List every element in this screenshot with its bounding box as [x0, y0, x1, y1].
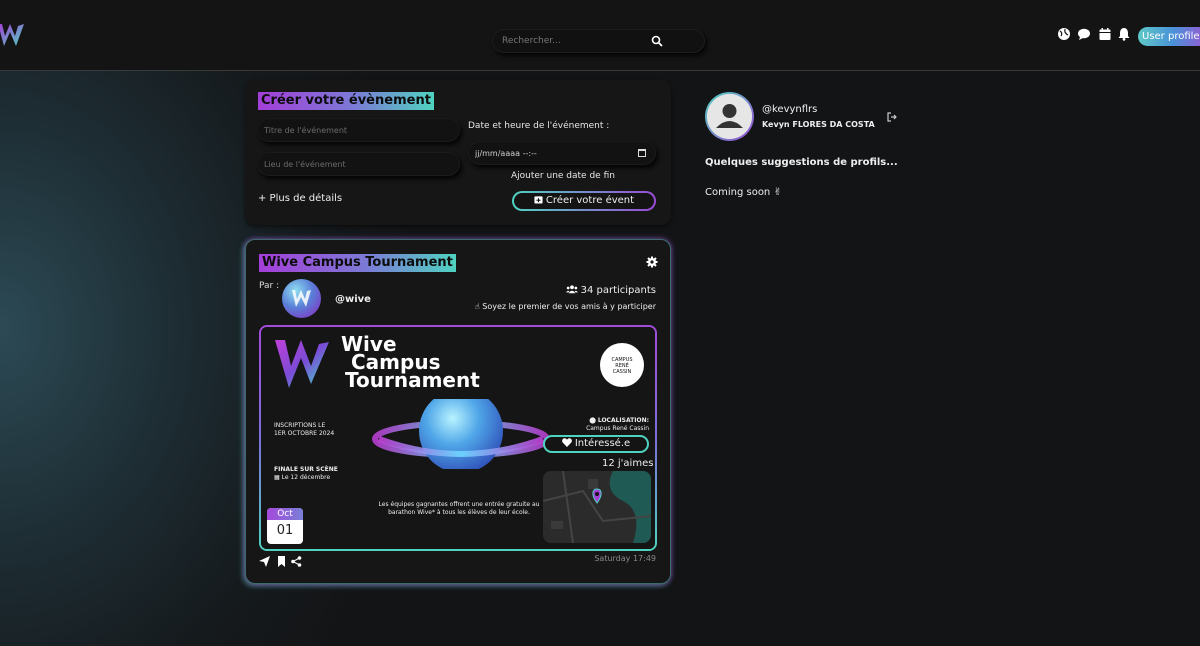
- location-pin-icon: ⬤: [589, 417, 596, 424]
- school-logo-line3: CASSIN: [612, 369, 632, 375]
- calendar-icon[interactable]: [1098, 27, 1112, 41]
- planet-illustration: [372, 399, 550, 469]
- interested-label: Intéressé.e: [574, 438, 631, 449]
- bell-icon[interactable]: [1117, 27, 1131, 41]
- wive-poster-logo: [275, 340, 329, 388]
- likes-count: 12 j'aimes: [602, 458, 654, 469]
- datetime-field[interactable]: [468, 141, 656, 165]
- search-input[interactable]: [502, 33, 652, 49]
- poster-title-line3: Tournament: [345, 368, 480, 392]
- chat-icon[interactable]: [1077, 27, 1091, 41]
- more-details-button[interactable]: + Plus de détails: [258, 193, 342, 204]
- poster-title: Wive Campus Tournament: [341, 334, 480, 392]
- users-icon: [565, 285, 578, 294]
- event-location-input[interactable]: [264, 157, 444, 171]
- registration-line2: 1ER OCTOBRE 2024: [274, 430, 335, 437]
- event-date-badge: Oct 01: [267, 508, 303, 544]
- wive-avatar-logo-icon: [292, 290, 311, 307]
- author-avatar[interactable]: [282, 279, 321, 318]
- profile-avatar-button[interactable]: User profile: [1138, 27, 1200, 46]
- datetime-input[interactable]: [475, 146, 655, 160]
- final-date: Le 12 décembre: [281, 474, 331, 481]
- post-timestamp: Saturday 17:49: [594, 554, 656, 563]
- suggestions-title: Quelques suggestions de profils...: [705, 157, 898, 168]
- small-calendar-icon: ▦: [274, 474, 280, 481]
- poster-background: Wive Campus Tournament CAMPUS RENÉ CASSI…: [261, 327, 655, 549]
- location-value: Campus René Cassin: [586, 425, 649, 432]
- user-placeholder-icon: [707, 94, 752, 139]
- create-event-button-label: Créer votre évent: [545, 195, 635, 206]
- registration-info: INSCRIPTIONS LE 1ER OCTOBRE 2024: [274, 422, 334, 438]
- sidebar-username[interactable]: @kevynflrs: [762, 104, 817, 115]
- sidebar-fullname: Kevyn FLORES DA COSTA: [762, 120, 875, 129]
- top-navbar: User profile: [0, 0, 1200, 71]
- calendar-plus-icon: [534, 196, 543, 204]
- event-map[interactable]: [543, 471, 651, 543]
- poster-description: Les équipes gagnantes offrent une entrée…: [378, 501, 540, 516]
- create-event-title: Créer votre évènement: [258, 92, 434, 110]
- create-event-button[interactable]: Créer votre évent: [512, 191, 656, 211]
- bookmark-icon[interactable]: [276, 556, 287, 567]
- participants-count[interactable]: 34 participants: [565, 284, 656, 296]
- location-label: LOCALISATION:: [597, 417, 649, 424]
- registration-line1: INSCRIPTIONS LE: [274, 422, 326, 429]
- event-month: Oct: [267, 508, 303, 520]
- wive-logo[interactable]: [0, 20, 26, 50]
- event-day: 01: [276, 523, 294, 538]
- participants-label: 34 participants: [580, 285, 656, 296]
- user-avatar[interactable]: [705, 92, 754, 141]
- event-location-field[interactable]: [257, 152, 460, 176]
- profile-alt-text: User profile: [1142, 31, 1200, 42]
- gear-icon[interactable]: [646, 256, 658, 268]
- event-title-input[interactable]: [264, 123, 444, 137]
- add-end-date-link[interactable]: Ajouter une date de fin: [511, 171, 615, 181]
- heart-icon: [561, 438, 572, 447]
- final-label: FINALE SUR SCÈNE: [274, 466, 338, 473]
- map-illustration: [543, 471, 651, 543]
- by-label: Par :: [259, 281, 280, 291]
- search-icon[interactable]: [651, 35, 663, 47]
- final-info: FINALE SUR SCÈNE ▦ Le 12 décembre: [274, 466, 338, 482]
- be-first-message: ☝ Soyez le premier de vos amis à y parti…: [474, 302, 656, 311]
- send-icon[interactable]: [259, 556, 270, 567]
- event-title[interactable]: Wive Campus Tournament: [259, 254, 456, 272]
- event-title-field[interactable]: [257, 118, 460, 142]
- create-event-card: Créer votre évènement Date et heure de l…: [245, 80, 671, 225]
- calendar-picker-icon[interactable]: [638, 149, 646, 157]
- logout-icon[interactable]: [887, 112, 897, 122]
- datetime-label: Date et heure de l'événement :: [468, 121, 610, 131]
- author-username[interactable]: @wive: [335, 294, 371, 305]
- globe-icon[interactable]: [1057, 27, 1071, 41]
- interested-button[interactable]: Intéressé.e: [543, 435, 649, 453]
- search-bar[interactable]: [492, 29, 705, 53]
- coming-soon-text: Coming soon ✌: [705, 187, 782, 198]
- share-icon[interactable]: [291, 556, 302, 567]
- location-info: ⬤ LOCALISATION: Campus René Cassin: [561, 417, 649, 433]
- event-post-card: Wive Campus Tournament Par : @wive 34 pa…: [245, 239, 671, 584]
- school-logo: CAMPUS RENÉ CASSIN: [600, 343, 644, 387]
- event-poster[interactable]: Wive Campus Tournament CAMPUS RENÉ CASSI…: [259, 325, 657, 551]
